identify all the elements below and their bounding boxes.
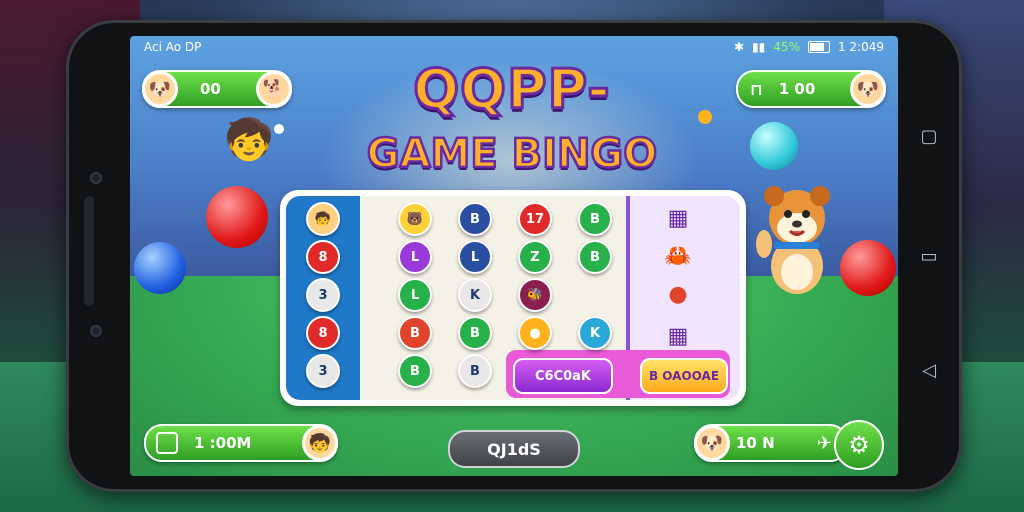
blue-ball-decoration bbox=[134, 242, 186, 294]
score-value: 1 00 bbox=[778, 80, 816, 98]
game-card-icon[interactable]: ▦ bbox=[660, 322, 696, 352]
bingo-cell-ball[interactable]: L bbox=[458, 240, 492, 274]
settings-button[interactable]: ⚙ bbox=[834, 420, 884, 470]
bear-face-icon[interactable]: 🐻 bbox=[398, 202, 432, 236]
dog-avatar-icon: 🐕 bbox=[256, 71, 292, 107]
dog-avatar-icon: 🐶 bbox=[850, 71, 886, 107]
bingo-cell-ball[interactable]: L bbox=[398, 240, 432, 274]
plane-icon: ✈ bbox=[816, 432, 832, 454]
recent-apps-icon[interactable]: ▢ bbox=[918, 126, 940, 148]
cyan-ball-decoration bbox=[750, 122, 798, 170]
red-ball-icon[interactable]: ● bbox=[660, 280, 696, 310]
dog-avatar-icon: 🐶 bbox=[142, 71, 178, 107]
game-title-line2: GAME BINGO bbox=[365, 131, 658, 178]
back-icon[interactable]: ◁ bbox=[918, 360, 940, 382]
bingo-cell-ball[interactable]: B bbox=[398, 316, 432, 350]
bingo-board: 🧒 8 3 8 3 🐻 B 17 B L L Z B L K 🐝 B B ● K B B ▦ 🦀 ● ▦ C6C0aK B OAO… bbox=[280, 190, 746, 406]
status-right: ✱ ▮▮ 45% 1 2:049 bbox=[734, 40, 884, 54]
bingo-cell-ball[interactable]: 17 bbox=[518, 202, 552, 236]
home-icon[interactable]: ▭ bbox=[918, 246, 940, 268]
gear-icon: ⚙ bbox=[848, 431, 870, 459]
tennis-ball-icon[interactable]: ● bbox=[518, 316, 552, 350]
signal-icon: ▮▮ bbox=[752, 40, 766, 54]
timer-value: 1 :00M bbox=[194, 434, 252, 452]
crab-icon[interactable]: 🦀 bbox=[660, 242, 696, 272]
bingo-button[interactable]: B OAOOAE bbox=[640, 358, 728, 394]
battery-icon bbox=[807, 41, 830, 53]
called-ball[interactable]: 8 bbox=[306, 316, 340, 350]
bee-icon[interactable]: 🐝 bbox=[518, 278, 552, 312]
bottle-icon: ⊓ bbox=[750, 79, 763, 99]
front-camera-icon bbox=[90, 172, 102, 184]
small-ball-decoration bbox=[274, 124, 284, 134]
card-icon bbox=[156, 432, 178, 454]
dog-mascot-icon bbox=[756, 186, 830, 294]
sensor-icon bbox=[90, 325, 102, 337]
battery-percent: 45% bbox=[773, 40, 800, 54]
game-screen: Aci Ao DP ✱ ▮▮ 45% 1 2:049 🐶 00 🐕 ⊓ 1 00… bbox=[130, 36, 898, 476]
status-bar: Aci Ao DP ✱ ▮▮ 45% 1 2:049 bbox=[130, 36, 898, 58]
called-ball[interactable]: 3 bbox=[306, 354, 340, 388]
check-button[interactable]: C6C0aK bbox=[513, 358, 613, 394]
bingo-cell-ball[interactable]: B bbox=[578, 240, 612, 274]
game-title-line1: QQPP- bbox=[412, 58, 611, 121]
kid-avatar-icon: 🧒 bbox=[302, 425, 338, 461]
bingo-cell-ball[interactable]: Z bbox=[518, 240, 552, 274]
bingo-board-inner: 🧒 8 3 8 3 🐻 B 17 B L L Z B L K 🐝 B B ● K B B ▦ 🦀 ● ▦ C6C0aK B OAO… bbox=[286, 196, 740, 400]
bingo-cell-ball[interactable]: B bbox=[458, 316, 492, 350]
timer-pill[interactable]: 1 :00M 🧒 bbox=[144, 424, 338, 462]
called-ball[interactable]: 8 bbox=[306, 240, 340, 274]
bingo-cell-ball[interactable]: B bbox=[398, 354, 432, 388]
kid-avatar-icon[interactable]: 🧒 bbox=[306, 202, 340, 236]
bingo-cell-ball[interactable]: L bbox=[398, 278, 432, 312]
small-ball-decoration bbox=[698, 110, 712, 124]
bingo-cell-ball[interactable]: B bbox=[458, 354, 492, 388]
game-card-icon[interactable]: ▦ bbox=[660, 204, 696, 234]
quick-button[interactable]: QJ1dS bbox=[448, 430, 580, 468]
red-ball-decoration bbox=[840, 240, 896, 296]
rank-value: 10 N bbox=[736, 434, 775, 452]
phone-side-slot bbox=[84, 196, 94, 306]
called-ball[interactable]: 3 bbox=[306, 278, 340, 312]
kid-character-icon: 🧒 bbox=[224, 117, 274, 163]
red-ball-decoration bbox=[206, 186, 268, 248]
rank-pill[interactable]: 🐶 10 N ✈ bbox=[694, 424, 848, 462]
bluetooth-icon: ✱ bbox=[734, 40, 745, 54]
score-pill[interactable]: ⊓ 1 00 🐶 bbox=[736, 70, 886, 108]
bingo-cell-ball[interactable]: B bbox=[578, 202, 612, 236]
dog-avatar-icon: 🐶 bbox=[694, 425, 730, 461]
status-left-text: Aci Ao DP bbox=[144, 40, 202, 54]
bingo-cell-ball[interactable]: B bbox=[458, 202, 492, 236]
bingo-cell-ball[interactable]: K bbox=[458, 278, 492, 312]
coins-value: 00 bbox=[200, 80, 221, 98]
coins-pill[interactable]: 🐶 00 🐕 bbox=[142, 70, 292, 108]
bingo-cell-ball[interactable]: K bbox=[578, 316, 612, 350]
clock: 1 2:049 bbox=[837, 40, 884, 54]
